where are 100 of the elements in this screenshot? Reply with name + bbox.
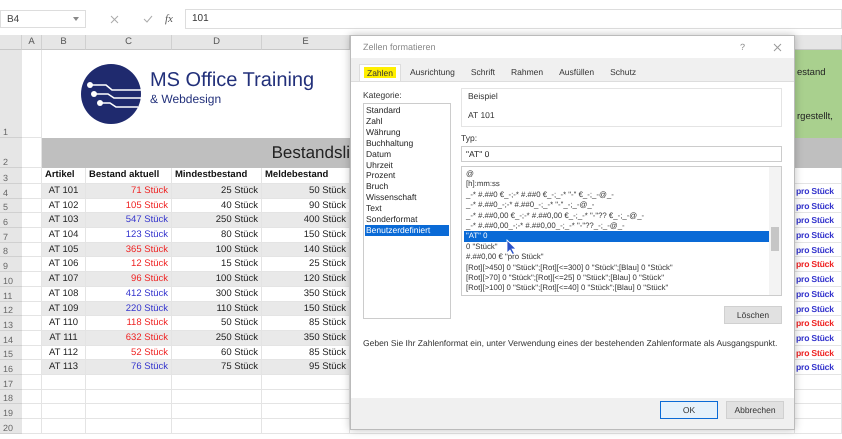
formula-field[interactable]: 101: [184, 9, 842, 29]
row-header[interactable]: 16: [0, 360, 22, 375]
tab[interactable]: Rahmen: [504, 64, 550, 81]
category-label: Kategorie:: [363, 90, 403, 100]
table-cell: AT 103: [42, 213, 86, 228]
caret-icon: [73, 17, 79, 21]
table-cell: 632 Stück: [86, 330, 172, 346]
table-cell: 250 Stück: [172, 330, 262, 346]
delete-button[interactable]: Löschen: [724, 306, 782, 324]
table-cell: 400 Stück: [262, 213, 350, 228]
row-header[interactable]: 11: [0, 286, 22, 302]
mouse-pointer-icon: [506, 239, 517, 255]
list-item[interactable]: Prozent: [365, 170, 449, 182]
name-box[interactable]: B4: [0, 10, 86, 28]
close-icon[interactable]: [773, 42, 782, 52]
row-header[interactable]: 13: [0, 316, 22, 331]
list-item[interactable]: Zahl: [365, 116, 449, 127]
row-header[interactable]: 12: [0, 302, 22, 316]
row-header[interactable]: 20: [0, 419, 22, 434]
table-cell: 120 Stück: [262, 272, 350, 287]
list-item[interactable]: Benutzerdefiniert: [365, 224, 449, 236]
table-cell: 76 Stück: [86, 360, 172, 375]
row-header[interactable]: 1: [0, 50, 22, 138]
table-cell: 75 Stück: [172, 360, 262, 375]
row-header[interactable]: 8: [0, 242, 22, 258]
row-header[interactable]: 7: [0, 228, 22, 243]
list-item[interactable]: Buchhaltung: [365, 138, 449, 149]
function-button[interactable]: fx: [165, 13, 173, 25]
tab[interactable]: Schrift: [464, 64, 502, 81]
table-cell: 50 Stück: [262, 184, 350, 199]
table-cell: 100 Stück: [172, 242, 262, 258]
select-all-corner[interactable]: [0, 35, 22, 50]
help-button[interactable]: ?: [740, 42, 745, 52]
table-cell: 96 Stück: [86, 272, 172, 287]
column-header[interactable]: [795, 35, 842, 50]
empty-cell: [42, 404, 86, 419]
table-cell: 365 Stück: [86, 242, 172, 258]
logo-subtitle: & Webdesign: [150, 92, 222, 106]
row-header[interactable]: 19: [0, 404, 22, 419]
list-item[interactable]: Uhrzeit: [365, 160, 449, 170]
column-header[interactable]: C: [86, 35, 172, 50]
table-cell: AT 113: [42, 360, 86, 375]
row-header[interactable]: 14: [0, 330, 22, 346]
cell-text: rgestellt,: [797, 110, 834, 122]
list-item[interactable]: Sonderformat: [365, 214, 449, 225]
table-cell: AT 105: [42, 242, 86, 258]
table-cell: 350 Stück: [262, 330, 350, 346]
row-header[interactable]: 6: [0, 213, 22, 228]
cancel-button[interactable]: Abbrechen: [726, 401, 784, 419]
ok-button[interactable]: OK: [660, 401, 718, 419]
table-cell: 100 Stück: [172, 272, 262, 287]
row-header[interactable]: 9: [0, 257, 22, 272]
dialog-title: Zellen formatieren: [363, 42, 437, 52]
empty-cell: [42, 374, 86, 390]
list-item[interactable]: Bruch: [365, 181, 449, 192]
list-item[interactable]: Wissenschaft: [365, 192, 449, 204]
check-icon[interactable]: [143, 15, 153, 23]
table-cell: 95 Stück: [262, 360, 350, 375]
table-cell: AT 107: [42, 272, 86, 287]
type-field[interactable]: "AT" 0: [461, 146, 782, 162]
table-cell: AT 101: [42, 184, 86, 199]
empty-cell: [42, 419, 86, 434]
sample-value: AT 101: [468, 110, 496, 120]
scrollbar[interactable]: [769, 167, 781, 295]
table-cell: 220 Stück: [86, 302, 172, 316]
list-item[interactable]: Währung: [365, 126, 449, 138]
hint-text: Geben Sie Ihr Zahlenformat ein, unter Verwendung eines der bestehenden Zahlenformate als Ausgangspunkt.: [351, 330, 794, 398]
list-item[interactable]: Datum: [365, 148, 449, 160]
table-cell: 150 Stück: [262, 302, 350, 316]
row-header[interactable]: 10: [0, 272, 22, 287]
table-cell: 25 Stück: [172, 184, 262, 199]
list-item[interactable]: Standard: [365, 105, 449, 116]
cell-text: estand: [797, 66, 827, 78]
row-header[interactable]: 2: [0, 138, 22, 168]
row-header[interactable]: 15: [0, 346, 22, 360]
row-header[interactable]: 17: [0, 374, 22, 390]
table-cell: AT 109: [42, 302, 86, 316]
column-header[interactable]: A: [22, 35, 42, 50]
row-header[interactable]: 18: [0, 390, 22, 404]
close-icon[interactable]: [110, 14, 119, 24]
row-header[interactable]: 3: [0, 168, 22, 184]
table-cell: 71 Stück: [86, 184, 172, 199]
sample-label: Beispiel: [468, 91, 499, 101]
table-cell: 110 Stück: [172, 302, 262, 316]
tab[interactable]: Ausrichtung: [403, 64, 462, 81]
tab[interactable]: Ausfüllen: [552, 64, 602, 81]
table-cell: 140 Stück: [262, 242, 350, 258]
list-item[interactable]: Text: [365, 203, 449, 214]
empty-cell: [42, 390, 86, 404]
tab[interactable]: Schutz: [603, 64, 644, 81]
table-cell: 547 Stück: [86, 213, 172, 228]
table-cell: AT 111: [42, 330, 86, 346]
logo-title: MS Office Training: [150, 68, 314, 92]
row-header[interactable]: 4: [0, 184, 22, 199]
column-header[interactable]: E: [262, 35, 350, 50]
row-header[interactable]: 5: [0, 198, 22, 214]
column-header[interactable]: D: [172, 35, 262, 50]
tab[interactable]: Zahlen: [359, 64, 401, 81]
column-header[interactable]: B: [42, 35, 86, 50]
sheet-title: Bestandsli: [272, 143, 350, 163]
